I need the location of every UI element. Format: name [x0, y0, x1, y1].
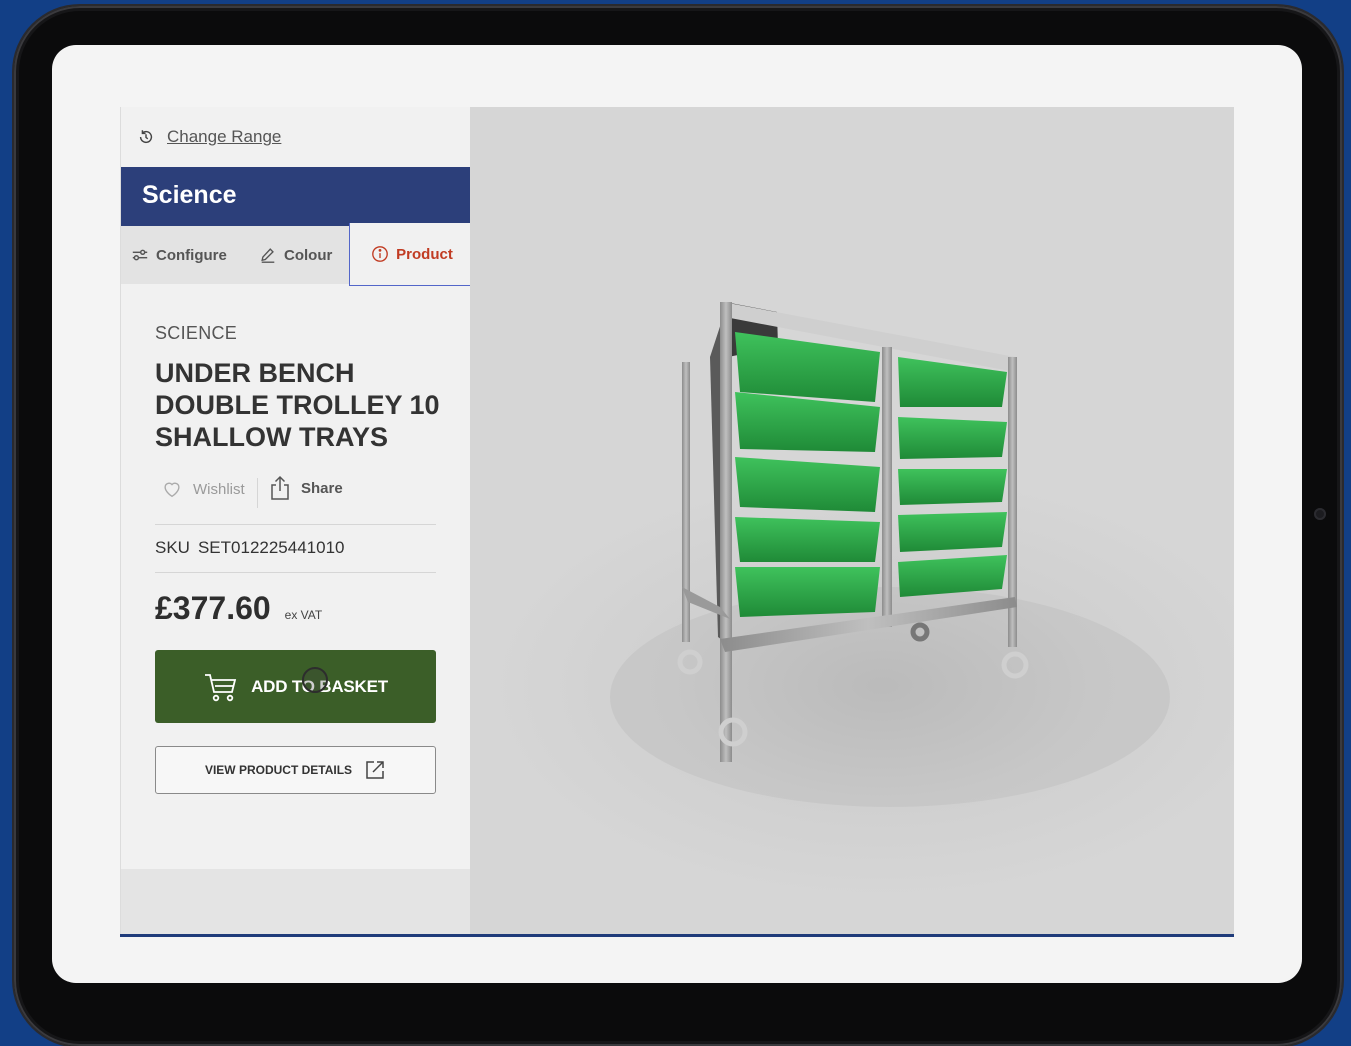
add-to-basket-button[interactable]: ADD TO BASKET — [155, 650, 436, 723]
change-range-link[interactable]: Change Range — [137, 125, 281, 149]
pencil-icon — [261, 248, 275, 263]
sliders-icon — [132, 249, 148, 261]
sku-row: SKU SET012225441010 — [155, 524, 436, 573]
price: £377.60 — [155, 590, 271, 626]
external-link-icon — [366, 761, 384, 779]
wishlist-label: Wishlist — [193, 480, 245, 498]
price-row: £377.60 ex VAT — [155, 590, 322, 627]
view-product-details-button[interactable]: VIEW PRODUCT DETAILS — [155, 746, 436, 794]
actions-divider — [257, 478, 258, 508]
sku-value: SET012225441010 — [197, 538, 345, 557]
wishlist-button[interactable]: Wishlist — [161, 478, 245, 500]
change-range-label: Change Range — [167, 127, 282, 146]
cart-icon — [205, 673, 237, 701]
bottom-accent-bar — [120, 934, 1234, 937]
share-icon — [271, 475, 289, 500]
sku-label: SKU — [155, 538, 190, 557]
range-title: Science — [142, 181, 237, 209]
left-trays — [735, 332, 880, 617]
history-icon — [139, 130, 153, 144]
tab-product[interactable]: Product — [349, 223, 475, 286]
trolley-render — [610, 302, 1170, 807]
tab-colour-label: Colour — [284, 246, 333, 264]
touch-cursor — [302, 667, 328, 693]
product-3d-viewer[interactable] — [470, 107, 1234, 934]
right-trays — [898, 357, 1007, 597]
product-actions: Wishlist Share — [155, 464, 436, 525]
camera-lens — [1314, 508, 1326, 520]
tab-product-label: Product — [396, 245, 453, 263]
configurator-app: Change Range Science Configure Colour Pr… — [120, 107, 1234, 937]
share-button[interactable]: Share — [269, 475, 343, 501]
product-category: SCIENCE — [155, 323, 238, 343]
tab-colour[interactable]: Colour — [259, 226, 332, 284]
sidebar-footer — [121, 869, 470, 934]
info-icon — [372, 246, 389, 262]
product-title: UNDER BENCH DOUBLE TROLLEY 10 SHALLOW TR… — [155, 358, 440, 452]
sidebar-tabs: Configure Colour Product — [121, 223, 475, 286]
tab-configure-label: Configure — [156, 246, 227, 264]
tab-configure[interactable]: Configure — [131, 226, 227, 284]
range-header: Science — [121, 167, 470, 226]
share-label: Share — [301, 479, 343, 497]
heart-icon — [164, 482, 180, 498]
vat-note: ex VAT — [284, 608, 323, 622]
sidebar: Change Range Science Configure Colour Pr… — [120, 107, 475, 934]
screen: Change Range Science Configure Colour Pr… — [52, 45, 1302, 983]
view-product-details-label: VIEW PRODUCT DETAILS — [204, 763, 353, 777]
